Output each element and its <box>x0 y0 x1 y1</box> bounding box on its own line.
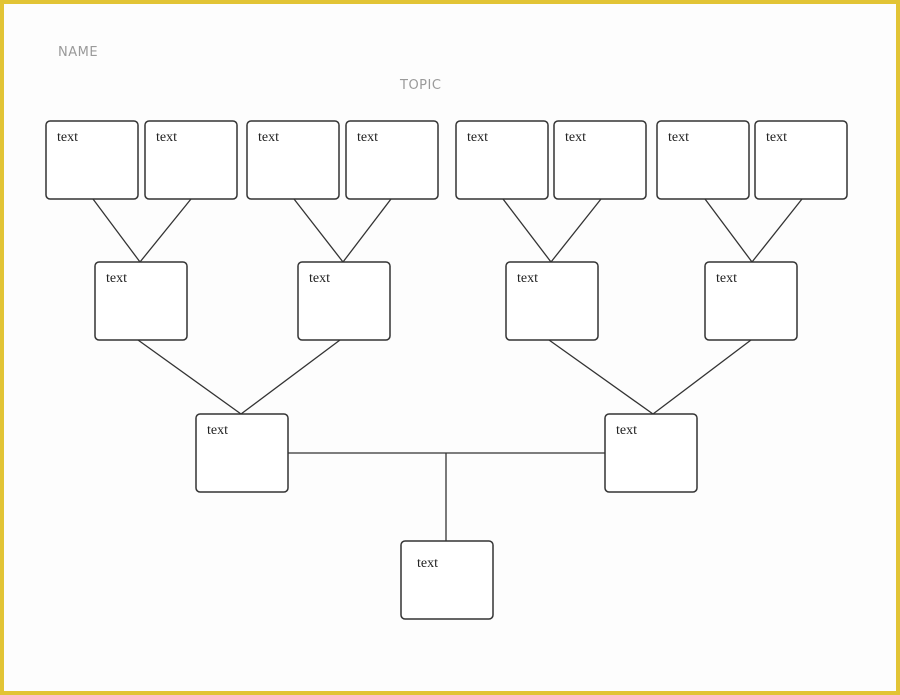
connector-line <box>92 198 141 263</box>
tree-box-great-grandparents[interactable]: text <box>246 120 340 200</box>
tree-box-great-grandparents[interactable]: text <box>144 120 238 200</box>
family-tree-diagram: text text text text text text text text text text… <box>45 120 848 620</box>
tree-box-grandparents[interactable]: text <box>704 261 798 341</box>
box-text: text <box>517 271 538 286</box>
connector-line <box>240 339 341 415</box>
tree-box-grandparents[interactable]: text <box>94 261 188 341</box>
tree-box-great-grandparents[interactable]: text <box>455 120 549 200</box>
tree-box-parents[interactable]: text <box>195 413 289 493</box>
tree-box-parents[interactable]: text <box>604 413 698 493</box>
box-text: text <box>616 423 637 438</box>
tree-box-great-grandparents[interactable]: text <box>45 120 139 200</box>
box-text: text <box>766 130 787 145</box>
box-text: text <box>565 130 586 145</box>
tree-box-great-grandparents[interactable]: text <box>754 120 848 200</box>
tree-box-great-grandparents[interactable]: text <box>345 120 439 200</box>
connector-line <box>652 339 752 415</box>
connector-line <box>502 198 552 263</box>
box-text: text <box>467 130 488 145</box>
connector-line <box>137 339 242 415</box>
tree-box-great-grandparents[interactable]: text <box>656 120 750 200</box>
box-outline <box>400 540 494 620</box>
connector-line <box>704 198 753 263</box>
connector-line <box>342 198 392 263</box>
box-text: text <box>417 556 438 571</box>
connector-line <box>293 198 344 263</box>
box-text: text <box>357 130 378 145</box>
connector-line <box>139 198 192 263</box>
box-text: text <box>57 130 78 145</box>
connector-line <box>751 198 803 263</box>
box-text: text <box>668 130 689 145</box>
box-text: text <box>258 130 279 145</box>
tree-box-great-grandparents[interactable]: text <box>553 120 647 200</box>
tree-box-root[interactable]: text <box>400 540 494 620</box>
connector-line <box>548 339 654 415</box>
box-text: text <box>207 423 228 438</box>
tree-box-grandparents[interactable]: text <box>297 261 391 341</box>
tree-box-grandparents[interactable]: text <box>505 261 599 341</box>
box-text: text <box>309 271 330 286</box>
connector-line <box>550 198 602 263</box>
box-text: text <box>716 271 737 286</box>
box-text: text <box>156 130 177 145</box>
box-text: text <box>106 271 127 286</box>
